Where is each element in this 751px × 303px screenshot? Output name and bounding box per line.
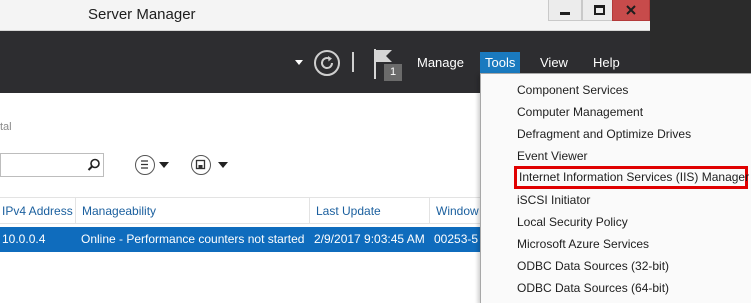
filter-search-input[interactable]: [0, 153, 104, 177]
close-icon: [626, 5, 636, 15]
menu-tools[interactable]: Tools: [480, 52, 520, 73]
minimize-icon: [560, 11, 570, 15]
menu-item-event-viewer[interactable]: Event Viewer: [517, 145, 587, 167]
column-header-last-update[interactable]: Last Update: [309, 198, 429, 224]
header-separator: [352, 52, 354, 72]
menu-manage[interactable]: Manage: [417, 55, 464, 70]
column-header-ipv4[interactable]: IPv4 Address: [0, 198, 75, 224]
menu-view[interactable]: View: [540, 55, 568, 70]
cell-ipv4: 10.0.0.4: [2, 232, 46, 246]
navigation-dropdown-icon[interactable]: [295, 60, 303, 65]
minimize-button[interactable]: [548, 0, 582, 21]
column-header-manageability[interactable]: Manageability: [75, 198, 309, 224]
menu-item-azure-services[interactable]: Microsoft Azure Services: [517, 233, 649, 255]
maximize-icon: [593, 5, 605, 15]
menu-help[interactable]: Help: [593, 55, 620, 70]
title-bar: Server Manager: [0, 0, 650, 31]
menu-item-defragment[interactable]: Defragment and Optimize Drives: [517, 123, 691, 145]
menu-item-computer-management[interactable]: Computer Management: [517, 101, 643, 123]
list-options-chevron-down-icon[interactable]: [159, 162, 169, 168]
cell-manageability: Online - Performance counters not starte…: [81, 232, 305, 246]
save-query-icon[interactable]: [191, 155, 211, 175]
maximize-button[interactable]: [582, 0, 616, 21]
menu-item-odbc-64[interactable]: ODBC Data Sources (64-bit): [517, 277, 669, 299]
list-options-icon[interactable]: [135, 155, 155, 175]
refresh-icon: [321, 56, 334, 69]
refresh-button[interactable]: [314, 50, 340, 76]
notification-count-badge: 1: [384, 64, 402, 81]
menu-item-iis-manager[interactable]: Internet Information Services (IIS) Mana…: [514, 166, 749, 189]
cell-last-update: 2/9/2017 9:03:45 AM: [314, 232, 425, 246]
menu-item-iscsi-initiator[interactable]: iSCSI Initiator: [517, 189, 590, 211]
subtab-label[interactable]: tal: [0, 121, 12, 133]
menu-item-component-services[interactable]: Component Services: [517, 79, 628, 101]
save-query-chevron-down-icon[interactable]: [218, 162, 228, 168]
close-button[interactable]: [612, 0, 650, 21]
window-title: Server Manager: [88, 6, 196, 23]
menu-item-odbc-32[interactable]: ODBC Data Sources (32-bit): [517, 255, 669, 277]
menu-item-local-security-policy[interactable]: Local Security Policy: [517, 211, 628, 233]
cell-windows-activation: 00253-5: [434, 232, 479, 246]
search-icon: [87, 158, 100, 171]
tools-menu: Component Services Computer Management D…: [480, 73, 751, 303]
